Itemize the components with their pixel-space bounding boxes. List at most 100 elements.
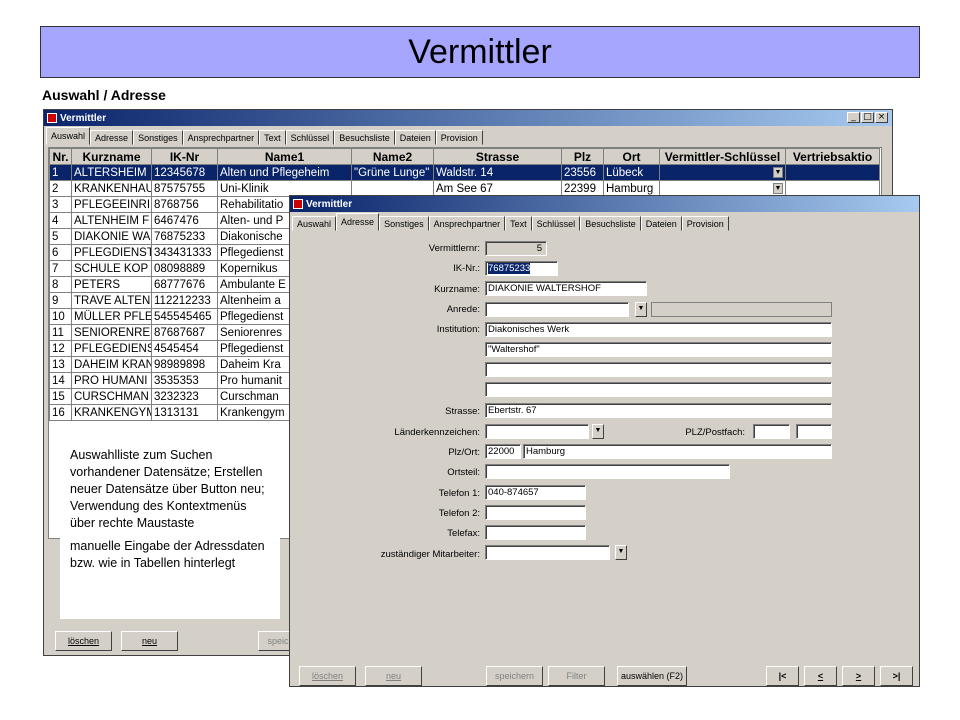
app-icon (47, 113, 57, 123)
tab-ansprechpartner[interactable]: Ansprechpartner (428, 216, 506, 231)
page-title: Vermittler (408, 32, 552, 71)
tab-auswahl[interactable]: Auswahl (46, 127, 91, 145)
grid-column-header[interactable]: Plz (561, 148, 604, 165)
institution-field-2[interactable]: "Waltershof" (485, 342, 832, 357)
table-cell: 112212233 (151, 292, 218, 309)
table-cell: 4545454 (151, 340, 218, 357)
table-cell: KRANKENGYM (71, 404, 152, 421)
postfach-field[interactable] (796, 424, 832, 439)
table-cell: 343431333 (151, 244, 218, 261)
table-cell: 2 (49, 180, 72, 197)
tab-adresse[interactable]: Adresse (336, 213, 380, 231)
table-cell: 08098889 (151, 260, 218, 277)
new-button[interactable]: neu (365, 666, 422, 686)
delete-button[interactable]: löschen (55, 631, 112, 651)
tab-schluessel[interactable]: Schlüssel (285, 130, 335, 145)
table-cell: 9 (49, 292, 72, 309)
table-cell: SCHULE KOP (71, 260, 152, 277)
new-button[interactable]: neu (121, 631, 178, 651)
anrede-extra-field (651, 302, 832, 317)
ort-field[interactable]: Hamburg (523, 444, 832, 459)
anrede-select[interactable] (485, 302, 629, 317)
telefon2-field[interactable] (485, 505, 586, 520)
chevron-down-icon[interactable]: ▼ (615, 545, 627, 560)
save-button[interactable]: speichern (486, 666, 543, 686)
table-cell: CURSCHMAN (71, 388, 152, 405)
grid-column-header[interactable]: Kurzname (71, 148, 152, 165)
tab-text[interactable]: Text (259, 130, 286, 145)
grid-column-header[interactable]: Vermittler-Schlüssel (659, 148, 786, 165)
table-cell: PETERS (71, 276, 152, 293)
maximize-icon[interactable]: □ (861, 112, 874, 123)
postfach-plz-field[interactable] (753, 424, 790, 439)
institution-field-3[interactable] (485, 362, 832, 377)
table-cell: 4 (49, 212, 72, 229)
back-window-title: Vermittler (60, 112, 107, 124)
tab-auswahl[interactable]: Auswahl (292, 216, 337, 231)
delete-button[interactable]: löschen (299, 666, 356, 686)
tab-adresse[interactable]: Adresse (90, 130, 134, 145)
tab-provision[interactable]: Provision (435, 130, 483, 145)
tab-besuchsliste[interactable]: Besuchsliste (334, 130, 395, 145)
table-cell: Waldstr. 14 (433, 164, 562, 181)
first-record-button[interactable]: |< (766, 666, 799, 686)
next-record-button[interactable]: > (842, 666, 875, 686)
select-button[interactable]: auswählen (F2) (617, 666, 687, 686)
table-cell: 12 (49, 340, 72, 357)
tab-dateien[interactable]: Dateien (394, 130, 436, 145)
grid-column-header[interactable]: Name1 (217, 148, 352, 165)
tab-provision[interactable]: Provision (681, 216, 729, 231)
table-cell: 6467476 (151, 212, 218, 229)
chevron-down-icon[interactable]: ▼ (635, 302, 647, 317)
grid-column-header[interactable]: IK-Nr (151, 148, 218, 165)
institution-field-4[interactable] (485, 382, 832, 397)
mitarbeiter-label: zuständiger Mitarbeiter: (380, 549, 480, 560)
chevron-down-icon[interactable]: ▼ (773, 183, 783, 194)
vermittlernr-label: Vermittlernr: (428, 243, 480, 254)
app-icon (293, 199, 303, 209)
anrede-label: Anrede: (446, 304, 480, 315)
close-icon[interactable]: × (875, 112, 888, 123)
table-cell: 11 (49, 324, 72, 341)
grid-column-header[interactable]: Strasse (433, 148, 562, 165)
window-controls: _ □ × (847, 112, 888, 123)
tab-ansprechpartner[interactable]: Ansprechpartner (182, 130, 260, 145)
telefon1-field[interactable]: 040-874657 (485, 485, 586, 500)
filter-button[interactable]: Filter (548, 666, 605, 686)
table-cell: 8768756 (151, 196, 218, 213)
kurzname-field[interactable]: DIAKONIE WALTERSHOF (485, 281, 647, 296)
previous-record-button[interactable]: < (804, 666, 837, 686)
table-cell: 14 (49, 372, 72, 389)
grid-column-header[interactable]: Vertriebsaktio (785, 148, 880, 165)
table-cell: 68777676 (151, 276, 218, 293)
minimize-icon[interactable]: _ (847, 112, 860, 123)
telefax-field[interactable] (485, 525, 586, 540)
tab-sonstiges[interactable]: Sonstiges (133, 130, 183, 145)
tab-text[interactable]: Text (505, 216, 532, 231)
tab-schluessel[interactable]: Schlüssel (531, 216, 581, 231)
table-cell: Lübeck (603, 164, 660, 181)
mitarbeiter-select[interactable] (485, 545, 610, 560)
tab-sonstiges[interactable]: Sonstiges (379, 216, 429, 231)
table-cell: ALTENHEIM F (71, 212, 152, 229)
grid-column-header[interactable]: Ort (603, 148, 660, 165)
grid-column-header[interactable]: Nr. (49, 148, 72, 165)
chevron-down-icon[interactable]: ▼ (773, 167, 783, 178)
back-window-titlebar: Vermittler (44, 110, 892, 126)
strasse-field[interactable]: Ebertstr. 67 (485, 403, 832, 418)
tab-besuchsliste[interactable]: Besuchsliste (580, 216, 641, 231)
ortsteil-field[interactable] (485, 464, 730, 479)
table-cell: 545545465 (151, 308, 218, 325)
last-record-button[interactable]: >| (880, 666, 913, 686)
kurzname-label: Kurzname: (434, 284, 480, 295)
tab-dateien[interactable]: Dateien (640, 216, 682, 231)
ik-field[interactable]: 76875233 (485, 261, 558, 276)
grid-column-header[interactable]: Name2 (351, 148, 434, 165)
table-cell (785, 164, 880, 181)
institution-field-1[interactable]: Diakonisches Werk (485, 322, 832, 337)
table-row[interactable]: 1 ALTERSHEIM 12345678 Alten und Pflegeheim "… (49, 164, 880, 181)
table-cell: 76875233 (151, 228, 218, 245)
telefax-label: Telefax: (447, 528, 480, 539)
plz-field[interactable]: 22000 (485, 444, 521, 459)
table-cell: DIAKONIE WA (71, 228, 152, 245)
